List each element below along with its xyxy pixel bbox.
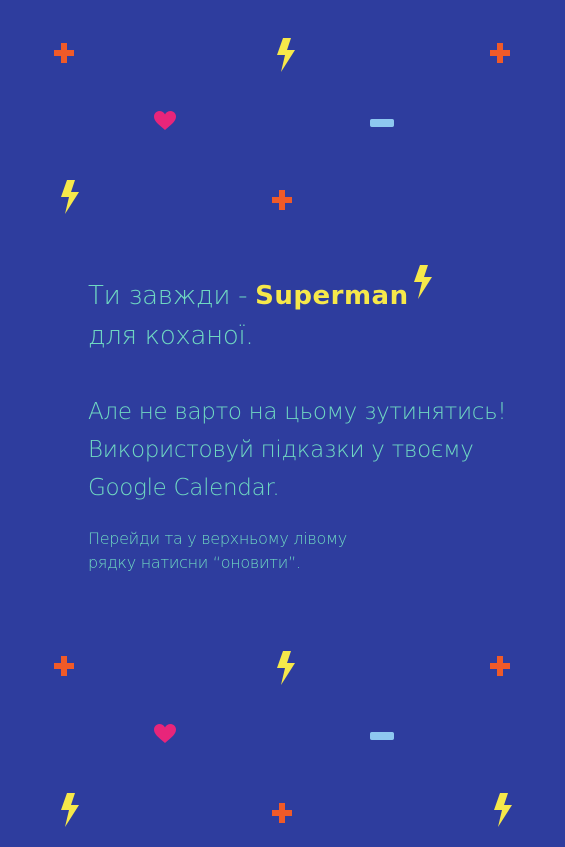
lightning-bolt-icon [277, 651, 295, 685]
headline-line-1: Ти завжди - Superman [88, 265, 433, 316]
hint-line-2: рядку натисни “оновити”. [88, 553, 301, 572]
headline-prefix: Ти завжди - [88, 281, 256, 311]
plus-icon [272, 190, 292, 210]
plus-icon [490, 656, 510, 676]
headline: Ти завжди - Superman для коханої. [88, 265, 433, 356]
plus-icon [490, 43, 510, 63]
plus-icon [272, 803, 292, 823]
paragraph-line-2: Використовуй підказки у твоєму [88, 437, 474, 463]
paragraph-line-3: Google Calendar. [88, 475, 280, 501]
lightning-bolt-icon [494, 793, 512, 827]
lightning-bolt-icon [61, 793, 79, 827]
main-paragraph: Але не варто на цьому зутинятись! Викори… [88, 393, 548, 507]
headline-highlight: Superman [255, 281, 409, 311]
minus-icon [370, 732, 394, 740]
lightning-bolt-icon [413, 265, 432, 299]
lightning-bolt-icon [277, 38, 295, 72]
lightning-bolt-icon [61, 180, 79, 214]
plus-icon [54, 656, 74, 676]
hint-text: Перейди та у верхньому лівому рядку нати… [88, 527, 468, 575]
hint-line-1: Перейди та у верхньому лівому [88, 529, 347, 548]
minus-icon [370, 119, 394, 127]
heart-icon [154, 724, 176, 743]
paragraph-line-1: Але не варто на цьому зутинятись! [88, 399, 507, 425]
heart-icon [154, 111, 176, 130]
plus-icon [54, 43, 74, 63]
headline-line-2: для коханої. [88, 321, 254, 351]
